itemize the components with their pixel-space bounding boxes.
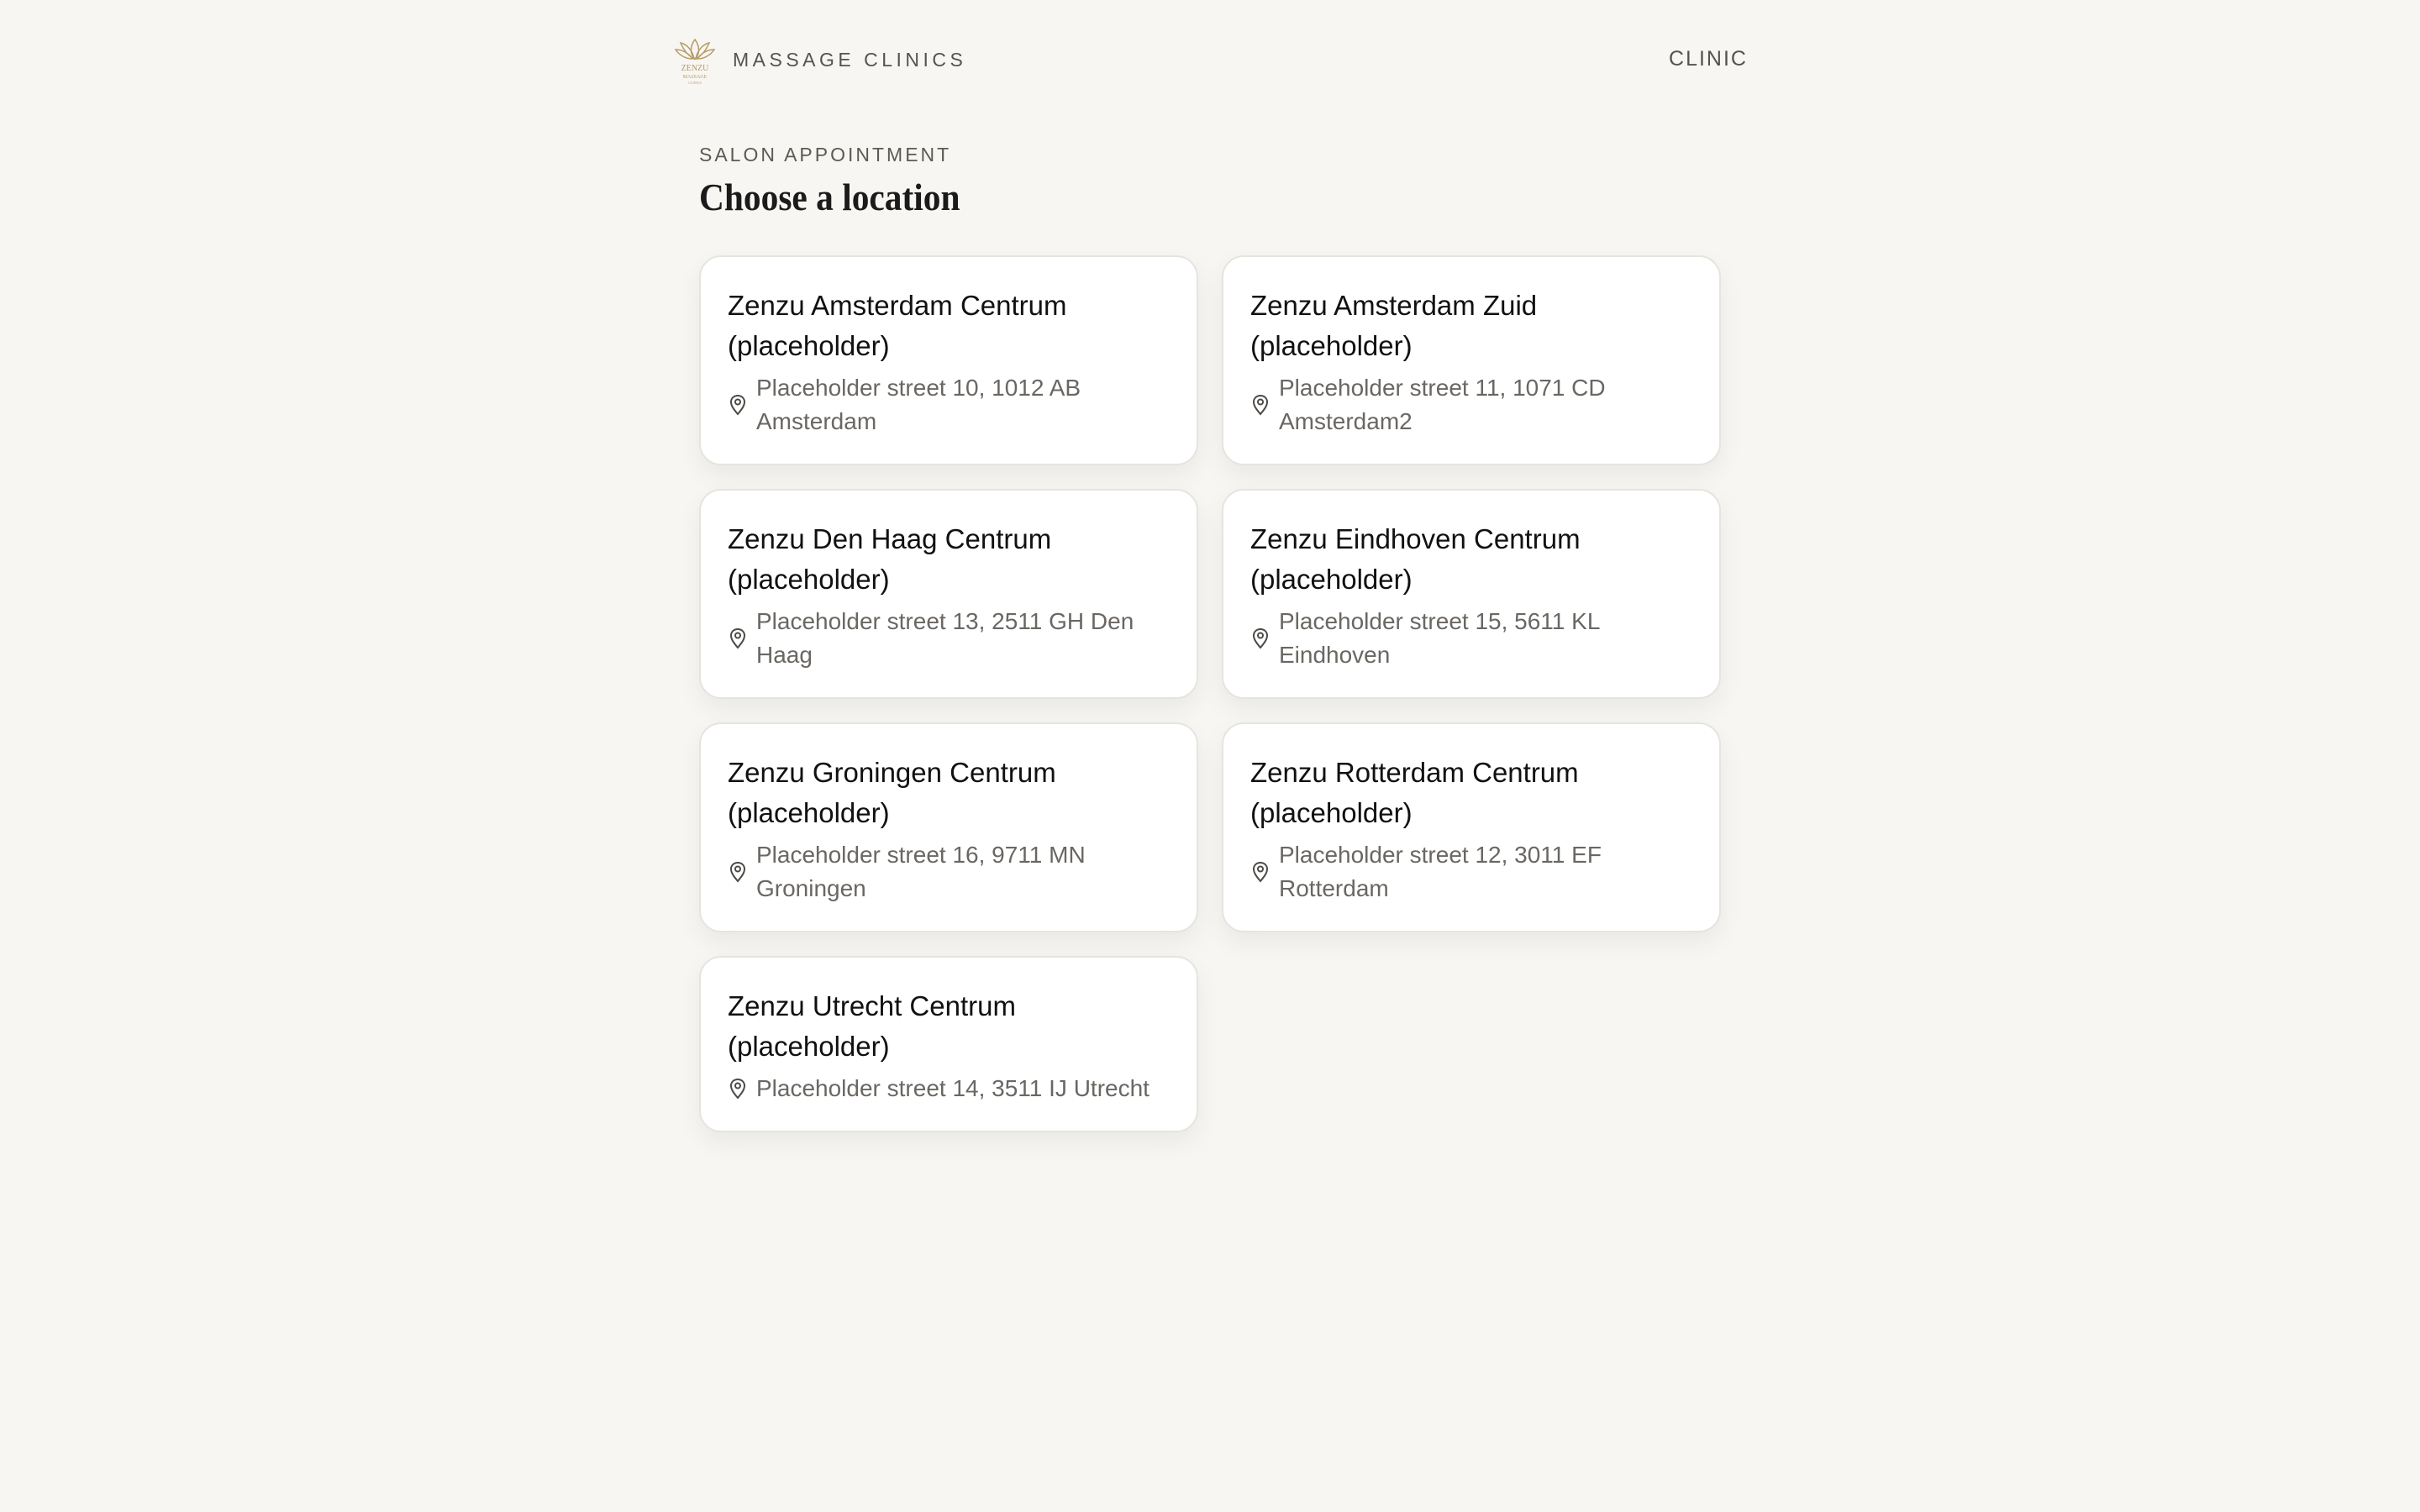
location-card[interactable]: Zenzu Amsterdam Zuid (placeholder) Place… [1222,255,1721,465]
clinic-nav-link[interactable]: CLINIC [1669,47,1748,71]
page-heading: SALON APPOINTMENT Choose a location [699,141,989,220]
location-address: Placeholder street 11, 1071 CD Amsterdam… [1250,371,1692,438]
address-text: Placeholder street 10, 1012 AB Amsterdam [756,375,1081,434]
location-card[interactable]: Zenzu Groningen Centrum (placeholder) Pl… [699,722,1198,932]
location-name: Zenzu Amsterdam Centrum (placeholder) [728,290,1067,361]
location-name: Zenzu Utrecht Centrum (placeholder) [728,990,1016,1062]
address-text: Placeholder street 13, 2511 GH Den Haag [756,608,1134,668]
location-pin-icon [729,627,746,649]
location-pin-icon [729,1078,746,1100]
location-card[interactable]: Zenzu Utrecht Centrum (placeholder) Plac… [699,956,1198,1132]
location-card[interactable]: Zenzu Amsterdam Centrum (placeholder) Pl… [699,255,1198,465]
location-address: Placeholder street 10, 1012 AB Amsterdam [728,371,1170,438]
page-eyebrow: SALON APPOINTMENT [699,144,952,165]
location-card[interactable]: Zenzu Rotterdam Centrum (placeholder) Pl… [1222,722,1721,932]
top-navigation: ZENZU MASSAGE CLINICS MASSAGE CLINICS CL… [672,34,1748,86]
address-text: Placeholder street 12, 3011 EF Rotterdam [1279,842,1602,901]
location-address: Placeholder street 15, 5611 KL Eindhoven [1250,605,1692,672]
brand-text: MASSAGE CLINICS [733,48,967,71]
location-name: Zenzu Amsterdam Zuid (placeholder) [1250,290,1538,361]
lotus-logo-icon: ZENZU MASSAGE CLINICS [674,38,716,85]
page-title: Choose a location [699,176,960,218]
location-pin-icon [729,861,746,883]
location-name: Zenzu Eindhoven Centrum (placeholder) [1250,523,1581,595]
location-pin-icon [1252,627,1269,649]
logo-brand-text: ZENZU [681,64,710,73]
location-name: Zenzu Groningen Centrum (placeholder) [728,757,1056,828]
address-text: Placeholder street 14, 3511 IJ Utrecht [756,1075,1150,1101]
location-name: Zenzu Den Haag Centrum (placeholder) [728,523,1052,595]
location-pin-icon [1252,861,1269,883]
address-text: Placeholder street 16, 9711 MN Groningen [756,842,1086,901]
location-card[interactable]: Zenzu Eindhoven Centrum (placeholder) Pl… [1222,489,1721,699]
location-address: Placeholder street 13, 2511 GH Den Haag [728,605,1170,672]
location-address: Placeholder street 16, 9711 MN Groningen [728,838,1170,906]
brand[interactable]: ZENZU MASSAGE CLINICS MASSAGE CLINICS [672,34,966,86]
location-card[interactable]: Zenzu Den Haag Centrum (placeholder) Pla… [699,489,1198,699]
location-grid: Zenzu Amsterdam Centrum (placeholder) Pl… [699,255,1721,1132]
location-address: Placeholder street 14, 3511 IJ Utrecht [728,1072,1170,1105]
location-pin-icon [729,394,746,416]
logo-massage-text: MASSAGE [683,75,708,80]
address-text: Placeholder street 15, 5611 KL Eindhoven [1279,608,1600,668]
location-name: Zenzu Rotterdam Centrum (placeholder) [1250,757,1579,828]
logo-clinics-text: CLINICS [688,81,702,85]
address-text: Placeholder street 11, 1071 CD Amsterdam… [1279,375,1606,434]
location-address: Placeholder street 12, 3011 EF Rotterdam [1250,838,1692,906]
location-pin-icon [1252,394,1269,416]
